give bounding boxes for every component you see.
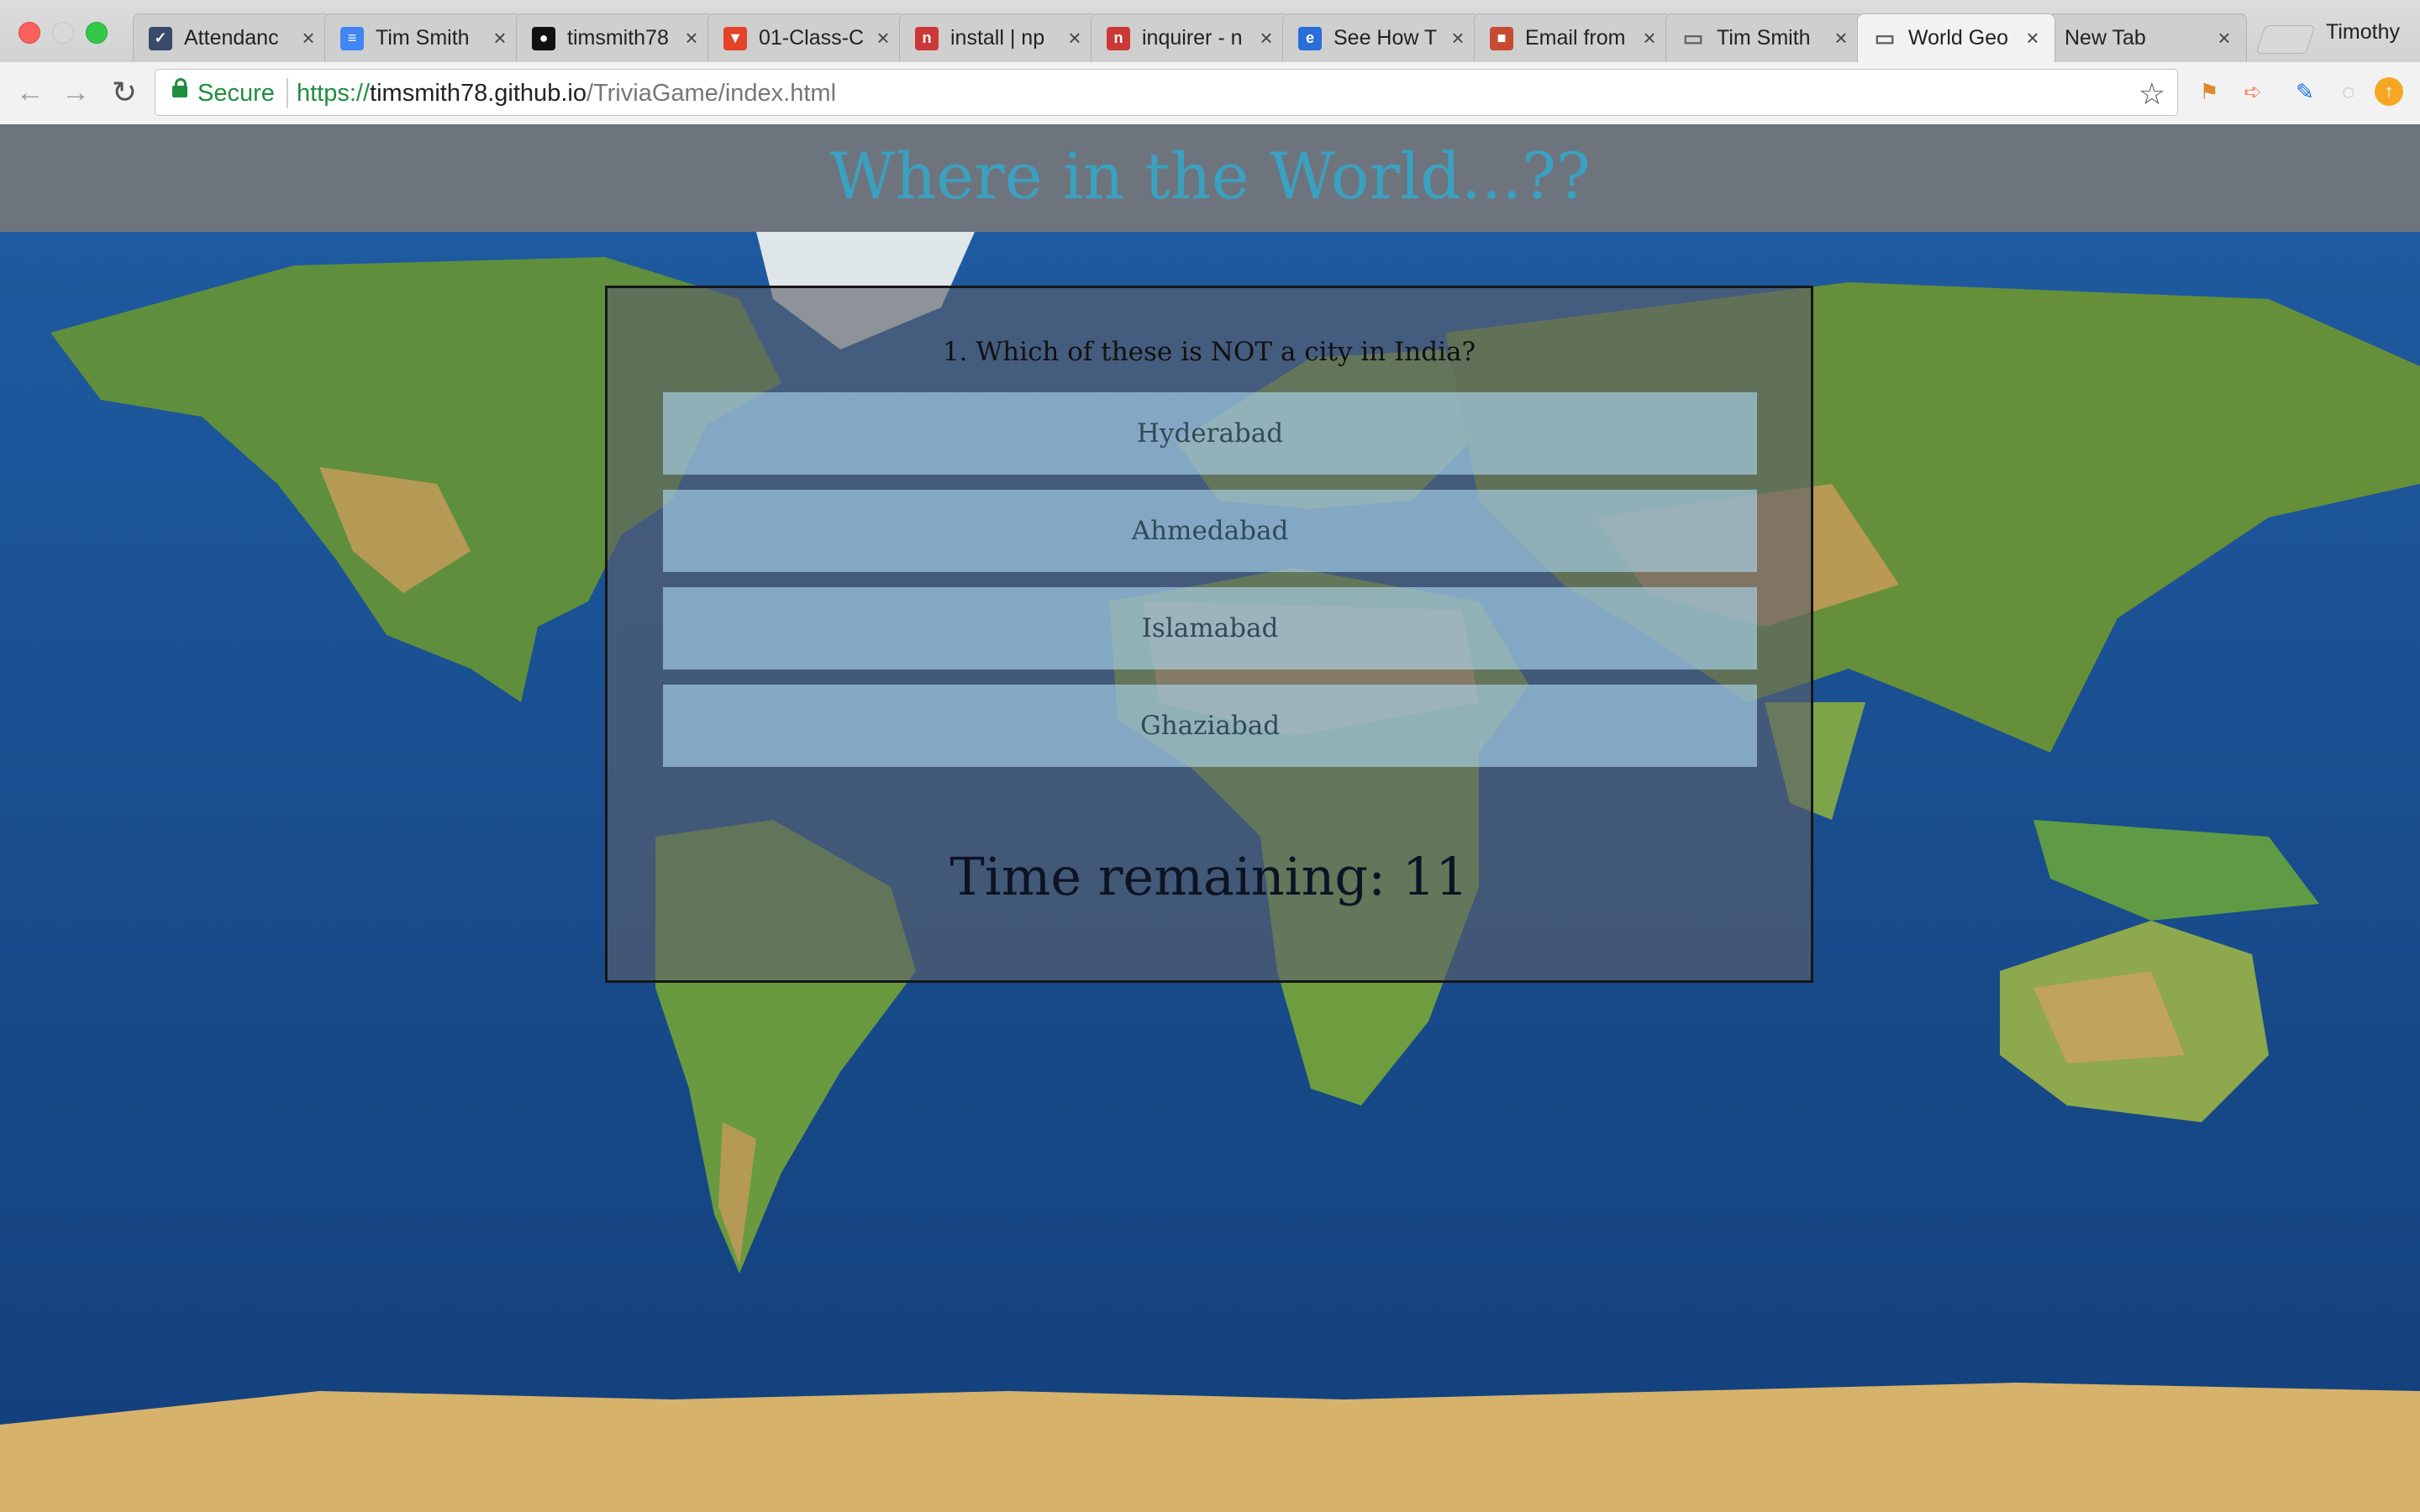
timer-label: Time remaining:	[950, 846, 1386, 907]
browser-tab-7[interactable]: e See How T ×	[1282, 13, 1481, 62]
tab-label: World Geo	[1908, 26, 2009, 50]
page-title: Where in the World...??	[829, 139, 1591, 213]
tab-close-icon[interactable]: ×	[2212, 25, 2236, 51]
extension-arrow-icon[interactable]: ➪	[2238, 77, 2267, 106]
maximize-window-button[interactable]	[86, 22, 108, 44]
reload-icon[interactable]: ↻	[108, 76, 141, 109]
back-arrow-icon[interactable]: ←	[13, 76, 47, 109]
tab-close-icon[interactable]: ×	[1446, 25, 1470, 51]
tab-label: 01-Class-C	[759, 26, 865, 50]
antarctica	[0, 1383, 2420, 1512]
browser-tab-11[interactable]: New Tab ×	[2049, 13, 2247, 62]
page-icon: ▭	[1682, 25, 1704, 50]
browser-tab-3[interactable]: ● timsmith78 ×	[516, 13, 714, 62]
tab-close-icon[interactable]: ×	[2021, 25, 2044, 51]
tab-close-icon[interactable]: ×	[297, 25, 320, 51]
lock-icon	[172, 78, 187, 97]
tab-close-icon[interactable]: ×	[871, 25, 895, 51]
browser-tab-1[interactable]: ✓ Attendanc ×	[133, 13, 331, 62]
browser-tab-9[interactable]: ▭ Tim Smith ×	[1665, 13, 1864, 62]
address-divider	[287, 78, 288, 108]
extension-picker-icon[interactable]: ✎	[2291, 77, 2319, 106]
time-remaining: Time remaining: 11	[608, 846, 1811, 907]
address-bar[interactable]: Secure https://timsmith78.github.io/Triv…	[155, 69, 2178, 116]
page-icon: ▭	[1874, 25, 1896, 50]
url-host: timsmith78.github.io	[370, 80, 587, 107]
extension-flag-icon[interactable]: ⚑	[2195, 77, 2223, 106]
answer-option-2[interactable]: Ahmedabad	[663, 490, 1757, 572]
minimize-window-button[interactable]	[52, 22, 74, 44]
tab-label: install | np	[950, 26, 1045, 50]
bookmark-star-icon[interactable]: ☆	[2139, 76, 2165, 112]
browser-tab-8[interactable]: ■ Email from ×	[1474, 13, 1672, 62]
extension-orange-icon[interactable]: ↑	[2375, 77, 2403, 106]
tab-label: New Tab	[2065, 26, 2146, 50]
github-icon: ●	[532, 26, 555, 50]
timer-value: 11	[1402, 846, 1469, 907]
url-scheme: https://	[297, 80, 371, 107]
browser-tab-2[interactable]: ≡ Tim Smith ×	[324, 13, 523, 62]
quiz-panel: 1. Which of these is NOT a city in India…	[605, 286, 1813, 983]
tab-close-icon[interactable]: ×	[1063, 25, 1086, 51]
answer-option-4[interactable]: Ghaziabad	[663, 685, 1757, 767]
browser-logo-icon: e	[1298, 26, 1322, 50]
browser-chrome: ✓ Attendanc × ≡ Tim Smith × ● timsmith78 × ▼ 01-Cl…	[0, 0, 2420, 125]
npm-icon: n	[915, 26, 939, 50]
tab-close-icon[interactable]: ×	[1638, 25, 1661, 51]
url-path: /TriviaGame/index.html	[586, 80, 837, 107]
question-text: 1. Which of these is NOT a city in India…	[942, 337, 1476, 367]
tab-label: Attendanc	[184, 26, 279, 50]
close-window-button[interactable]	[18, 22, 40, 44]
browser-tab-4[interactable]: ▼ 01-Class-C ×	[708, 13, 906, 62]
extension-circle-icon[interactable]: ◌	[2334, 77, 2363, 106]
tab-label: Tim Smith	[1717, 26, 1811, 50]
tab-label: Email from	[1525, 26, 1626, 50]
tabs: ✓ Attendanc × ≡ Tim Smith × ● timsmith78 × ▼ 01-Cl…	[133, 13, 2351, 62]
tab-close-icon[interactable]: ×	[1255, 25, 1278, 51]
tab-strip: ✓ Attendanc × ≡ Tim Smith × ● timsmith78 × ▼ 01-Cl…	[0, 0, 2420, 62]
tab-label: See How T	[1334, 26, 1438, 50]
browser-tab-6[interactable]: n inquirer - n ×	[1091, 13, 1289, 62]
tab-label: timsmith78	[567, 26, 669, 50]
browser-toolbar: ← → ↻ Secure https://timsmith78.github.i…	[0, 62, 2420, 125]
shield-check-icon: ✓	[149, 26, 172, 50]
cube-icon: ■	[1490, 26, 1513, 50]
tab-close-icon[interactable]: ×	[488, 25, 512, 51]
secure-label: Secure	[197, 80, 275, 107]
tab-close-icon[interactable]: ×	[680, 25, 703, 51]
npm-icon: n	[1107, 26, 1130, 50]
profile-name[interactable]: Timothy	[2326, 20, 2400, 45]
tab-label: inquirer - n	[1142, 26, 1243, 50]
google-docs-icon: ≡	[340, 26, 364, 50]
gitlab-icon: ▼	[723, 26, 747, 50]
new-tab-button[interactable]	[2255, 25, 2316, 54]
tab-label: Tim Smith	[376, 26, 470, 50]
browser-tab-5[interactable]: n install | np ×	[899, 13, 1097, 62]
browser-tab-10[interactable]: ▭ World Geo ×	[1857, 13, 2055, 62]
page-header: Where in the World...??	[0, 124, 2420, 232]
tab-close-icon[interactable]: ×	[1829, 25, 1853, 51]
answer-option-1[interactable]: Hyderabad	[663, 392, 1757, 475]
web-page: Where in the World...?? 1. Which of thes…	[0, 124, 2420, 1512]
answer-option-3[interactable]: Islamabad	[663, 587, 1757, 669]
forward-arrow-icon[interactable]: →	[59, 76, 92, 109]
url-text[interactable]: https://timsmith78.github.io/TriviaGame/…	[297, 80, 836, 108]
